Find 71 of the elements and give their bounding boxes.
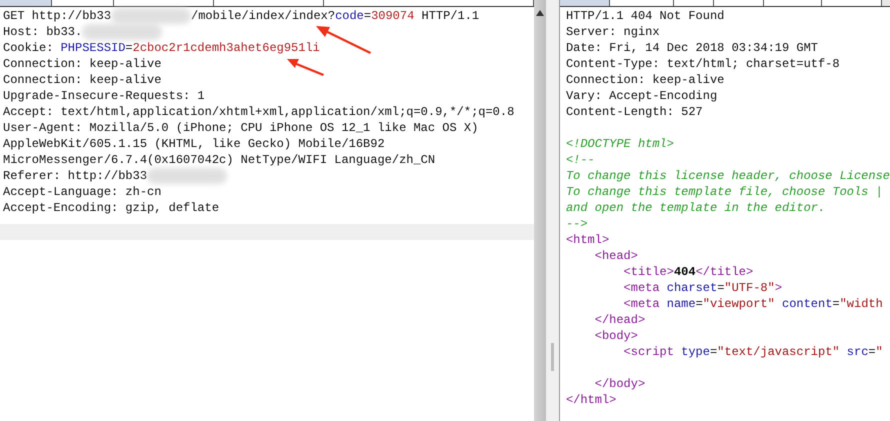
code-text: content	[780, 296, 832, 312]
code-text: Referer: http://bb33	[3, 168, 148, 184]
code-text: "width	[840, 296, 883, 312]
code-text: =	[868, 344, 876, 360]
code-text: and open the template in the editor.	[566, 200, 826, 216]
code-text: Cookie:	[3, 40, 54, 56]
code-text: =	[710, 344, 718, 360]
code-text: src	[846, 344, 868, 360]
code-text: </head>	[594, 312, 646, 328]
code-text: =	[696, 296, 703, 312]
scrollbar[interactable]	[534, 0, 546, 421]
tab[interactable]	[764, 0, 822, 6]
code-text: Accept: text/html,application/xhtml+xml,application/xml;q=0.9,*/*;q=0.8	[3, 104, 514, 120]
code-text: To change this license header, choose License	[566, 168, 890, 184]
code-text: 309074	[371, 8, 414, 24]
code-text: =	[717, 280, 724, 296]
code-text: </body>	[594, 376, 646, 392]
code-text: <head>	[594, 248, 638, 264]
code-text: type	[681, 344, 710, 360]
code-text: =	[125, 40, 133, 56]
code-text: Date: Fri, 14 Dec 2018 03:34:19 GMT	[566, 40, 818, 56]
tab[interactable]	[674, 0, 714, 6]
splitter-handle[interactable]	[550, 343, 554, 371]
code-text: GET http://bb33	[3, 8, 112, 24]
code-text: "	[876, 344, 883, 360]
code-text: >	[774, 280, 782, 296]
code-text: 2cboc2r1cdemh3ahet6eg951li	[132, 40, 320, 56]
code-text: <html>	[566, 232, 610, 248]
code-text: code	[335, 8, 364, 24]
code-text: Accept-Language: zh-cn	[3, 184, 162, 200]
code-text: </html>	[566, 392, 616, 408]
code-text: HTTP/1.1 404 Not Found	[566, 8, 724, 24]
code-text: =	[832, 296, 840, 312]
code-text: MicroMessenger/6.7.4(0x1607042c) NetType/WIFI Language/zh_CN	[3, 152, 436, 168]
code-text: <meta	[622, 296, 661, 312]
code-text: AppleWebKit/605.1.15 (KHTML, like Gecko) Mobile/16B92	[3, 136, 385, 152]
code-text: name	[666, 296, 696, 312]
code-text: Content-Type: text/html; charset=utf-8	[566, 56, 840, 72]
code-text: charset	[666, 280, 718, 296]
code-text: </title>	[696, 264, 754, 280]
code-text: "text/javascript"	[717, 344, 840, 360]
code-text: -->	[566, 216, 588, 232]
code-text: Connection: keep-alive	[3, 72, 162, 88]
code-text: <!--	[566, 152, 595, 168]
code-text: =	[364, 8, 372, 24]
code-text: Content-Length: 527	[566, 104, 703, 120]
tab[interactable]	[610, 0, 674, 6]
code-text: <!DOCTYPE html>	[566, 136, 674, 152]
code-text: "viewport"	[702, 296, 775, 312]
code-text: Host: bb33.	[3, 24, 82, 40]
tab[interactable]	[714, 0, 764, 6]
code-text: /mobile/index/index?	[191, 8, 336, 24]
tab[interactable]	[822, 0, 882, 6]
code-text: Connection: keep-alive	[3, 56, 162, 72]
up-arrow-icon[interactable]	[536, 10, 544, 16]
code-text: <script	[622, 344, 675, 360]
code-text: PHPSESSID	[60, 40, 126, 56]
code-text: Accept-Encoding: gzip, deflate	[3, 200, 220, 216]
code-text: HTTP/1.1	[420, 8, 480, 24]
code-text: <title>	[622, 264, 674, 280]
annotation-arrow	[287, 56, 325, 76]
code-text: <body>	[594, 328, 638, 344]
code-text: Server: nginx	[566, 24, 660, 40]
code-text: User-Agent: Mozilla/5.0 (iPhone; CPU iPhone OS 12_1 like Mac OS X)	[3, 120, 478, 136]
code-text: 404	[674, 264, 696, 280]
code-text: Upgrade-Insecure-Requests: 1	[3, 88, 205, 104]
code-text: "UTF-8"	[724, 280, 775, 296]
code-text: To change this template file, choose Tools |	[566, 184, 883, 200]
code-text: Connection: keep-alive	[566, 72, 724, 88]
code-text: Vary: Accept-Encoding	[566, 88, 718, 104]
code-text: <meta	[622, 280, 661, 296]
